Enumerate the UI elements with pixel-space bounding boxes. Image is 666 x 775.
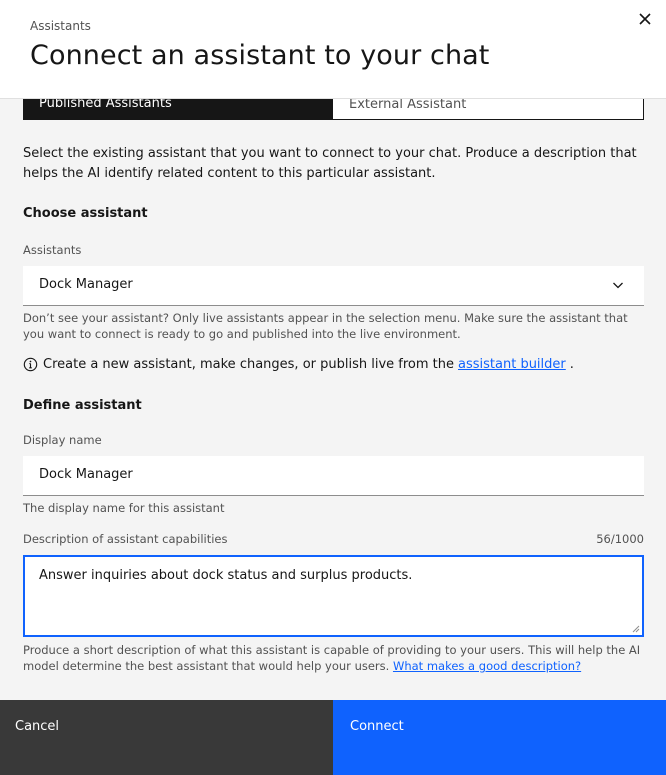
close-icon — [639, 13, 651, 25]
assistant-select-value: Dock Manager — [39, 277, 133, 292]
info-icon — [23, 357, 38, 372]
modal-title: Connect an assistant to your chat — [30, 40, 490, 71]
define-assistant-heading: Define assistant — [23, 398, 142, 413]
modal-header: Assistants Connect an assistant to your … — [0, 0, 666, 99]
description-label: Description of assistant capabilities — [23, 532, 228, 546]
connect-assistant-modal: Assistants Connect an assistant to your … — [0, 0, 666, 775]
info-text: Create a new assistant, make changes, or… — [43, 357, 455, 372]
assistant-builder-link[interactable]: assistant builder — [458, 357, 566, 372]
display-name-helper: The display name for this assistant — [23, 501, 225, 515]
description-helper: Produce a short description of what this… — [23, 642, 643, 674]
intro-text: Select the existing assistant that you w… — [23, 146, 637, 181]
display-name-value: Dock Manager — [39, 467, 133, 482]
assistant-select[interactable]: Dock Manager — [23, 266, 644, 306]
info-row: Create a new assistant, make changes, or… — [23, 357, 643, 372]
description-textarea[interactable]: Answer inquiries about dock status and s… — [23, 555, 644, 637]
cancel-button[interactable]: Cancel — [0, 700, 333, 775]
description-counter: 56/1000 — [596, 532, 644, 546]
close-button[interactable] — [634, 8, 656, 30]
display-name-input[interactable]: Dock Manager — [23, 456, 644, 496]
description-value: Answer inquiries about dock status and s… — [39, 568, 413, 583]
assistant-select-helper: Don’t see your assistant? Only live assi… — [23, 311, 628, 341]
assistants-field-label: Assistants — [23, 243, 82, 257]
connect-button[interactable]: Connect — [333, 700, 666, 775]
display-name-label: Display name — [23, 433, 102, 447]
modal-label: Assistants — [30, 19, 91, 33]
info-end: . — [569, 357, 574, 372]
resize-handle-icon[interactable] — [632, 625, 640, 633]
good-description-link[interactable]: What makes a good description? — [393, 659, 581, 673]
modal-footer: Cancel Connect — [0, 700, 666, 775]
choose-assistant-heading: Choose assistant — [23, 206, 148, 221]
chevron-down-icon — [613, 282, 623, 289]
